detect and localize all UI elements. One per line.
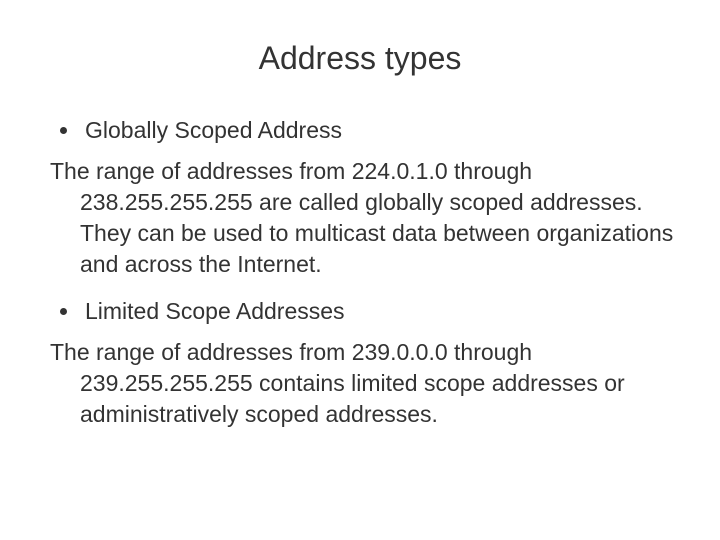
- bullet-text: Globally Scoped Address: [85, 117, 342, 144]
- bullet-item: Limited Scope Addresses: [50, 298, 680, 325]
- bullet-icon: [60, 127, 67, 134]
- bullet-text: Limited Scope Addresses: [85, 298, 345, 325]
- bullet-item: Globally Scoped Address: [50, 117, 680, 144]
- slide-title: Address types: [40, 40, 680, 77]
- paragraph-text: The range of addresses from 224.0.1.0 th…: [50, 156, 680, 280]
- bullet-icon: [60, 308, 67, 315]
- slide-content: Globally Scoped Address The range of add…: [40, 117, 680, 430]
- paragraph-text: The range of addresses from 239.0.0.0 th…: [50, 337, 680, 430]
